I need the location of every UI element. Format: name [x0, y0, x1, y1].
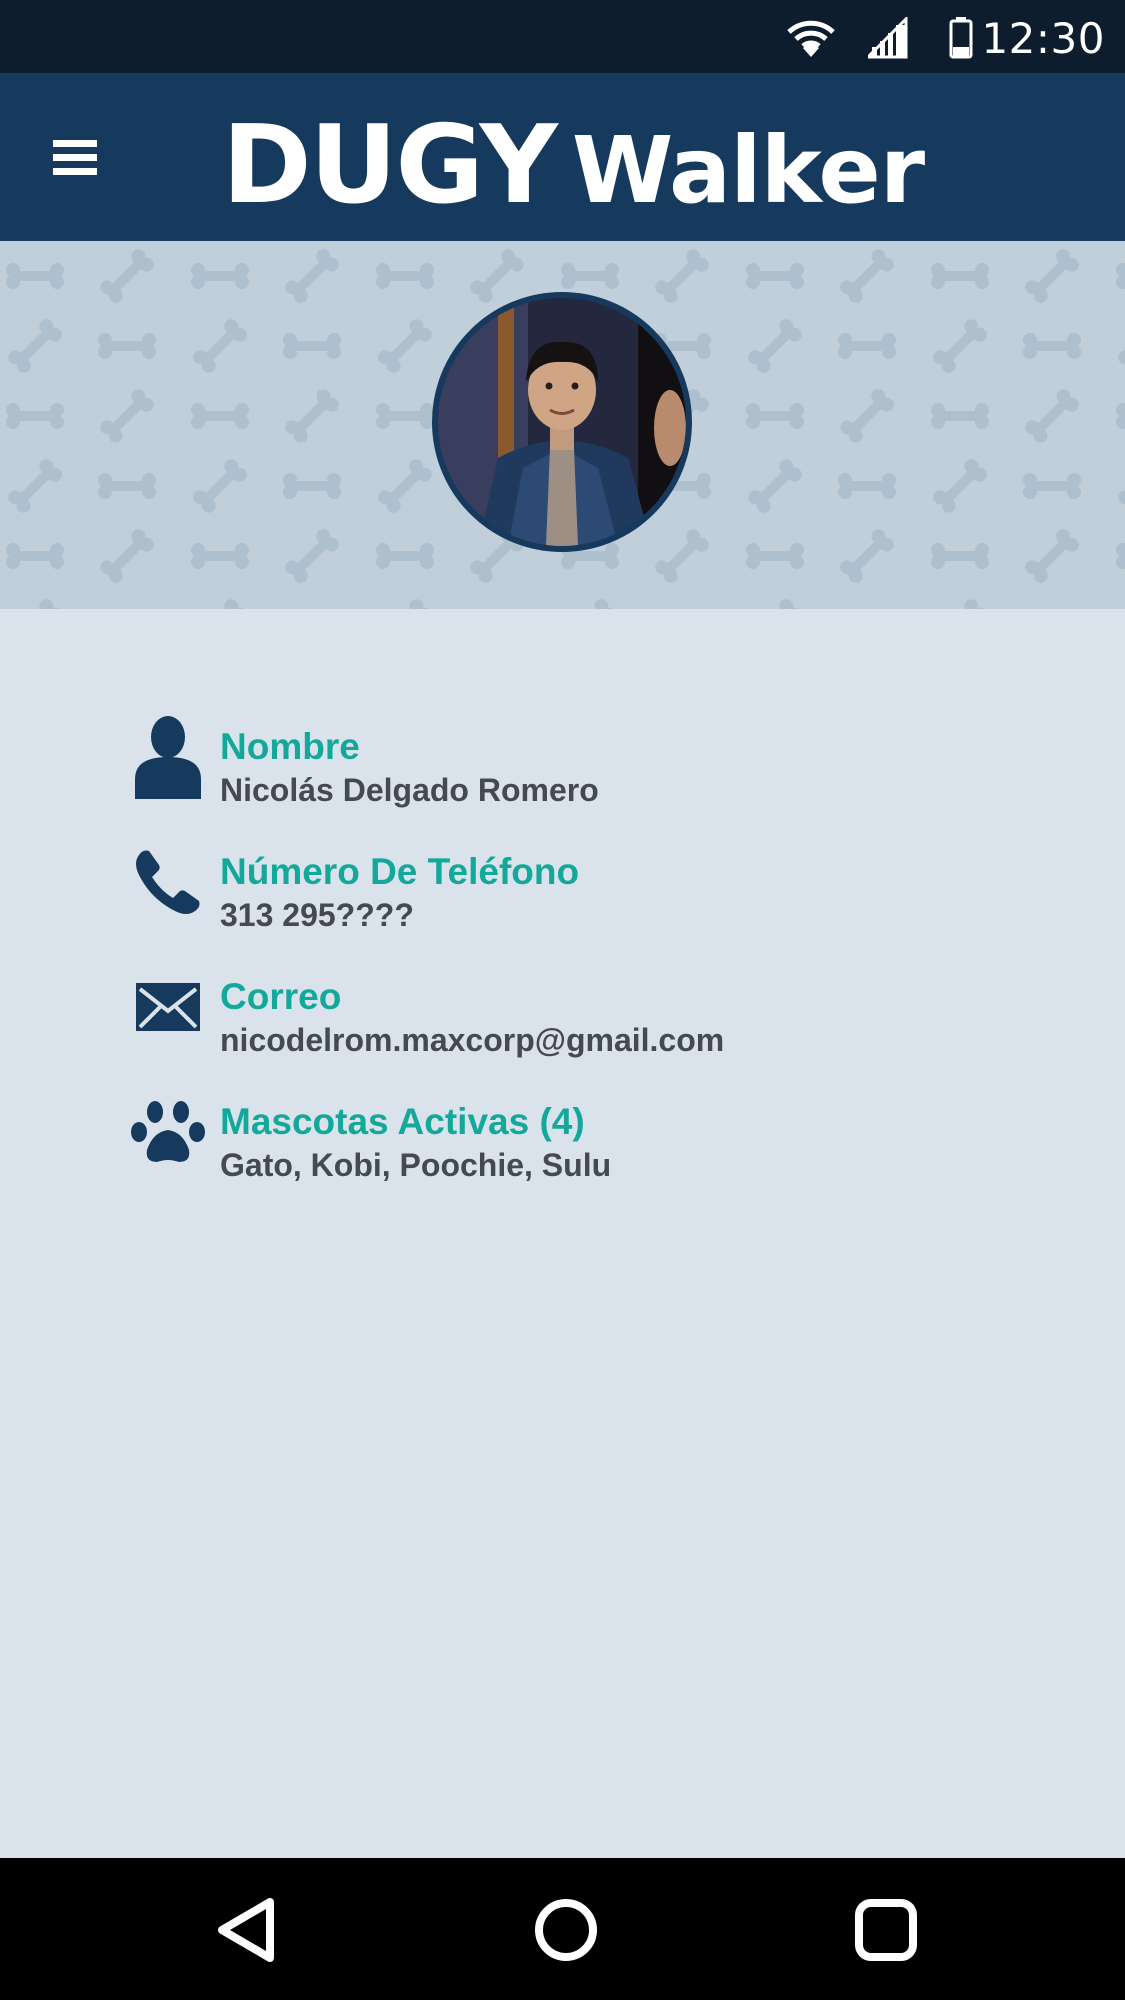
name-value: Nicolás Delgado Romero [220, 772, 599, 808]
wifi-icon [783, 17, 839, 64]
status-bar: 12:30 [0, 0, 1125, 73]
pets-value: Gato, Kobi, Poochie, Sulu [220, 1147, 612, 1183]
menu-button[interactable] [40, 123, 110, 193]
recents-icon [855, 1899, 917, 1961]
paw-icon [130, 1087, 206, 1177]
nav-back-button[interactable] [210, 1894, 282, 1966]
home-icon [535, 1899, 597, 1961]
battery-icon [949, 17, 973, 64]
info-item-pets[interactable]: Mascotas Activas (4) Gato, Kobi, Poochie… [0, 1087, 1125, 1187]
logo-text-dugy: DUGY [222, 103, 558, 228]
logo-text-walker: Walker [571, 117, 925, 224]
app-bar: DUGY Walker [0, 73, 1125, 241]
email-value: nicodelrom.maxcorp@gmail.com [220, 1022, 725, 1058]
profile-avatar[interactable] [432, 292, 692, 552]
phone-label: Número De Teléfono [220, 851, 580, 892]
info-item-email[interactable]: Correo nicodelrom.maxcorp@gmail.com [0, 962, 1125, 1062]
system-nav-bar [0, 1858, 1125, 2000]
phone-icon [130, 837, 206, 927]
phone-value: 313 295???? [220, 897, 414, 933]
email-label: Correo [220, 976, 342, 1017]
info-item-phone[interactable]: Número De Teléfono 313 295???? [0, 837, 1125, 937]
profile-screen: 12:30 DUGY Walker Nombre Nicolás Delgado… [0, 0, 1125, 2000]
cell-signal-icon [864, 15, 908, 64]
name-label: Nombre [220, 726, 360, 767]
back-icon [218, 1898, 274, 1962]
status-clock: 12:30 [981, 14, 1105, 63]
profile-photo [438, 298, 686, 546]
app-logo: DUGY Walker [222, 103, 925, 228]
hamburger-menu-icon [53, 140, 97, 175]
nav-home-button[interactable] [530, 1894, 602, 1966]
nav-recents-button[interactable] [850, 1894, 922, 1966]
pets-label: Mascotas Activas (4) [220, 1101, 585, 1142]
person-icon [130, 712, 206, 802]
envelope-icon [130, 962, 206, 1052]
info-item-name: Nombre Nicolás Delgado Romero [0, 712, 1125, 812]
